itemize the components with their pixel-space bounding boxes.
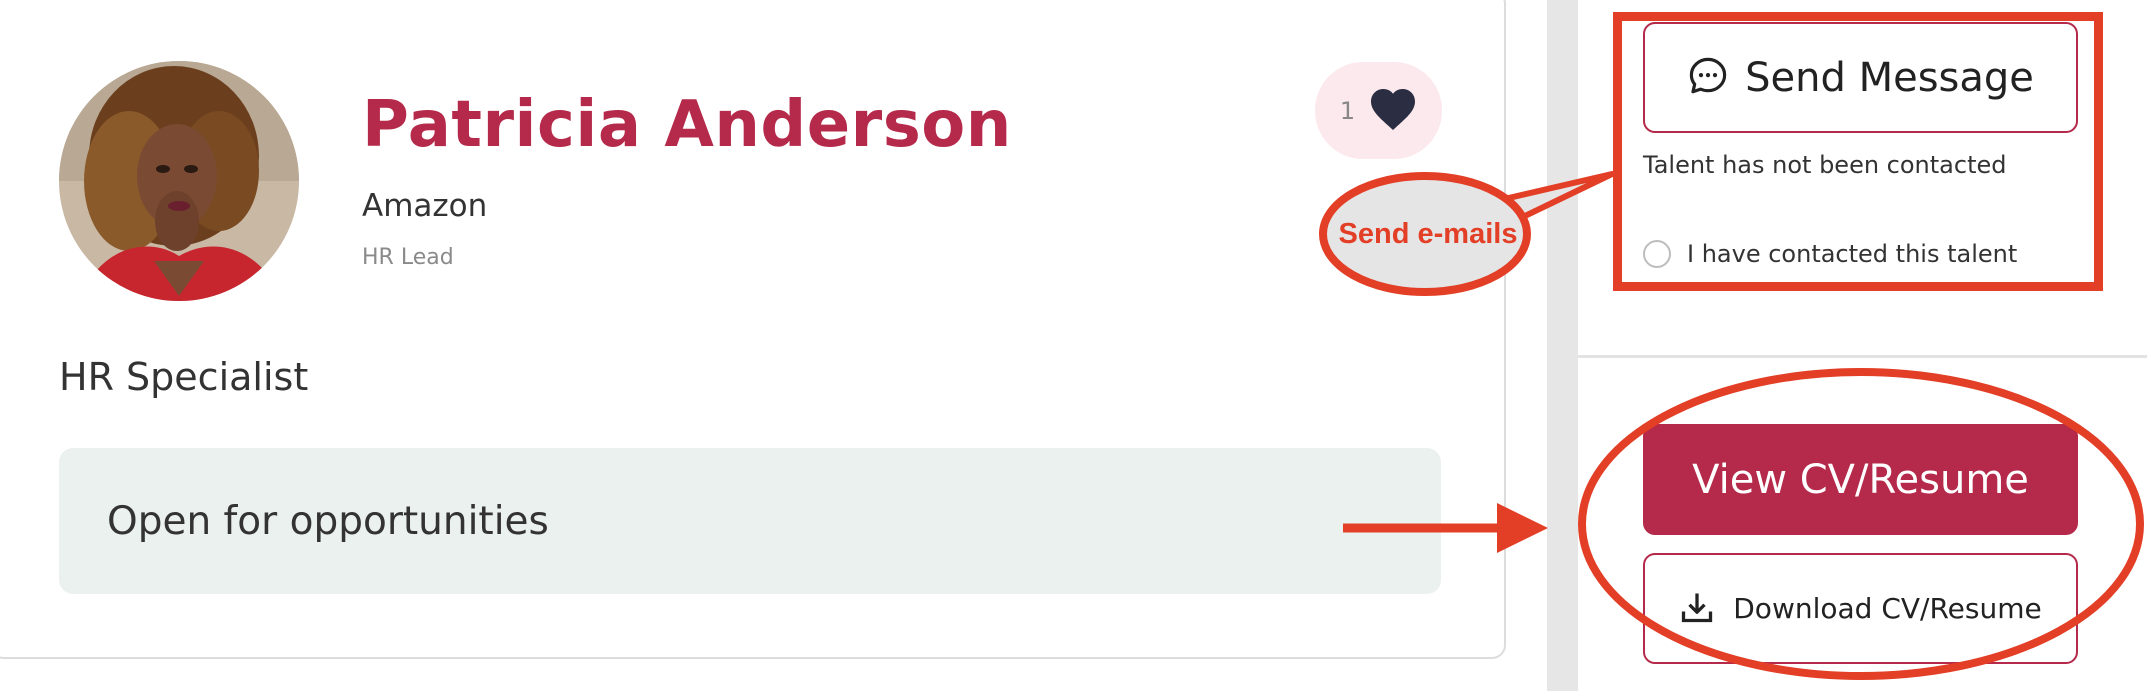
annotation-arrowhead bbox=[1497, 503, 1548, 553]
annotation-cv-circle bbox=[1578, 368, 2144, 680]
annotation-overlay bbox=[1319, 171, 2144, 680]
callout-label: Send e-mails bbox=[1338, 218, 1518, 250]
